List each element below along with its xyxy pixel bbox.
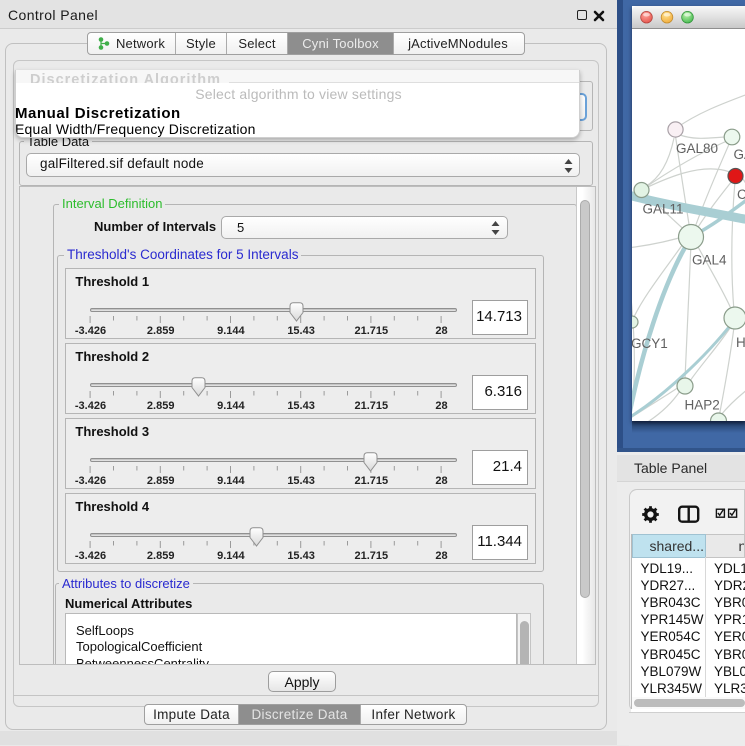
svg-text:GA: GA <box>734 147 745 162</box>
svg-text:CR: CR <box>737 187 745 202</box>
svg-text:HIS: HIS <box>736 335 745 350</box>
svg-text:HAP2: HAP2 <box>685 397 720 412</box>
svg-text:GAL11: GAL11 <box>643 201 684 216</box>
svg-text:GAL4: GAL4 <box>692 252 727 267</box>
svg-text:GAL80: GAL80 <box>676 141 718 156</box>
svg-text:GCY1: GCY1 <box>632 336 668 351</box>
